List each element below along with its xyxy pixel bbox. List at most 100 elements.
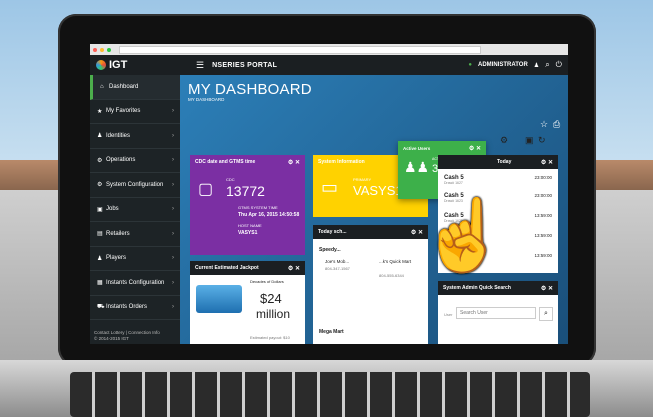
star-icon: ★ [97,108,103,115]
portal-title: NSERIES PORTAL [212,61,278,69]
save-icon[interactable]: ▣ [525,135,534,146]
search-icon[interactable]: ⌕ [545,60,549,70]
sidebar-item-dashboard[interactable]: ⌂ Dashboard [90,75,180,100]
sidebar-item-label: Jobs [106,206,119,213]
close-icon[interactable]: ✕ [295,160,300,166]
main-content: MY DASHBOARD MY DASHBOARD ☆ ⎙ ⚙ ▣ ↻ CDC … [180,75,568,344]
jackpot-footer: Estimated payout: $10 [250,335,290,340]
close-window-dot[interactable] [93,47,97,52]
sidebar: ⌂ Dashboard ★ My Favorites › ♟ Identities › ⚙… [90,75,180,344]
menu-toggle-icon[interactable]: ☰ [196,60,204,71]
top-navigation: IGT ☰ NSERIES PORTAL ● ADMINISTRATOR ♟ ⌕… [90,55,568,75]
sidebar-item-favorites[interactable]: ★ My Favorites › [90,100,180,124]
retailer-name[interactable]: Joe's Mob... [325,259,349,264]
favorite-star-icon[interactable]: ☆ [540,119,548,130]
draw-time: 23:00:00 [534,175,552,180]
user-icon: ♟ [97,133,103,140]
sidebar-item-label: Players [106,255,127,262]
close-icon[interactable]: ✕ [476,146,481,152]
panel-header: Current Estimated Jackpot ⚙ ✕ [190,261,305,275]
gear-icon[interactable]: ⚙ [541,286,546,292]
host-label: HOST NAME [238,223,262,228]
sidebar-item-players[interactable]: ♟ Players › [90,247,180,271]
address-bar[interactable] [119,45,481,54]
logout-icon[interactable]: ⏻ [556,60,562,70]
cdc-label: CDC [226,177,235,182]
game-name: Decades of Dollars [250,279,284,284]
store-name: Mega Mart [319,329,344,335]
search-prefix: User [444,312,453,317]
panel-header: CDC date and GTMS time ⚙ ✕ [190,155,305,169]
chevron-right-icon: › [172,279,174,286]
sidebar-item-jobs[interactable]: ▣ Jobs › [90,198,180,222]
ticket-icon: ▦ [97,280,103,287]
chevron-right-icon: › [172,255,174,262]
close-icon[interactable]: ✕ [548,160,553,166]
host-value: VASYS1 [238,230,258,236]
gear-icon[interactable]: ⚙ [469,146,474,152]
logo[interactable]: IGT [90,59,180,71]
print-icon[interactable]: ⎙ [553,119,560,130]
laptop-keyboard [70,372,590,417]
sidebar-item-label: Dashboard [109,83,139,90]
minimize-window-dot[interactable] [100,47,104,52]
panel-title: Active Users [403,145,431,151]
chevron-right-icon: › [172,108,174,115]
chevron-right-icon: › [172,157,174,164]
pointer-hand-icon: ☝ [420,196,508,274]
panel-title: Today sch... [318,229,347,235]
panel-title: System Information [318,159,365,165]
retailer-phone: 804-555-6344 [379,273,404,278]
chevron-right-icon: › [172,132,174,139]
laptop-screen: IGT ☰ NSERIES PORTAL ● ADMINISTRATOR ♟ ⌕… [90,44,568,344]
search-input[interactable] [456,307,536,319]
sidebar-item-instants-configuration[interactable]: ▦ Instants Configuration › [90,271,180,296]
draw-time: 23:00:00 [534,193,552,198]
chevron-right-icon: › [172,304,174,311]
draw-time: 13:59:00 [534,233,552,238]
refresh-icon[interactable]: ↻ [538,135,546,146]
close-icon[interactable]: ✕ [295,266,300,272]
sidebar-item-label: Instants Configuration [106,279,165,286]
notifications-icon[interactable]: ● [468,62,472,68]
store-icon: ▤ [97,231,103,238]
gear-icon[interactable]: ⚙ [541,160,546,166]
search-icon[interactable]: ⌕ [539,307,553,321]
browser-chrome [90,44,568,55]
jackpot-amount: $24 [260,291,282,306]
sidebar-item-label: Operations [106,157,136,164]
sidebar-item-identities[interactable]: ♟ Identities › [90,124,180,149]
gear-icon[interactable]: ⚙ [288,266,293,272]
topnav-actions: ● ADMINISTRATOR ♟ ⌕ ⏻ [468,60,568,70]
gear-icon[interactable]: ⚙ [288,160,293,166]
panel-title: CDC date and GTMS time [195,159,256,165]
quick-search-panel: System Admin Quick Search ⚙ ✕ User ⌕ [438,281,558,344]
retailer-name[interactable]: ...k's Quick Mart [379,259,423,264]
sidebar-item-instants-orders[interactable]: ⛟ Instants Orders › [90,296,180,320]
username[interactable]: ADMINISTRATOR [478,62,528,68]
gear-icon[interactable]: ⚙ [411,230,416,236]
cart-icon: ⛟ [97,304,105,311]
retailer-phone: 804-347-1567 [325,266,350,271]
sidebar-item-label: Retailers [106,230,130,237]
sidebar-item-label: Instants Orders [106,304,148,311]
sidebar-item-retailers[interactable]: ▤ Retailers › [90,222,180,247]
sidebar-item-label: System Configuration [106,181,164,188]
settings-icon[interactable]: ⚙ [500,135,508,146]
draw-row[interactable]: Cash 5 23:00:00 Draw# 1627 [444,175,552,191]
sidebar-item-label: Identities [106,132,131,139]
briefcase-icon: ▣ [97,206,103,213]
sidebar-item-operations[interactable]: ⚙ Operations › [90,149,180,173]
draw-time: 13:59:00 [534,213,552,218]
gear-icon: ⚙ [97,182,103,189]
page-subtitle: MY DASHBOARD [188,97,225,102]
user-icon[interactable]: ♟ [534,62,539,69]
users-icon: ♟♟ [404,159,430,175]
logo-text: IGT [109,59,128,71]
time-label: GTMS SYSTEM TIME [238,205,278,210]
maximize-window-dot[interactable] [107,47,111,52]
chevron-right-icon: › [172,181,174,188]
sidebar-footer: Contact Lottery | Connection Info © 2014… [94,330,160,342]
sidebar-item-system-configuration[interactable]: ⚙ System Configuration › [90,173,180,198]
close-icon[interactable]: ✕ [548,286,553,292]
